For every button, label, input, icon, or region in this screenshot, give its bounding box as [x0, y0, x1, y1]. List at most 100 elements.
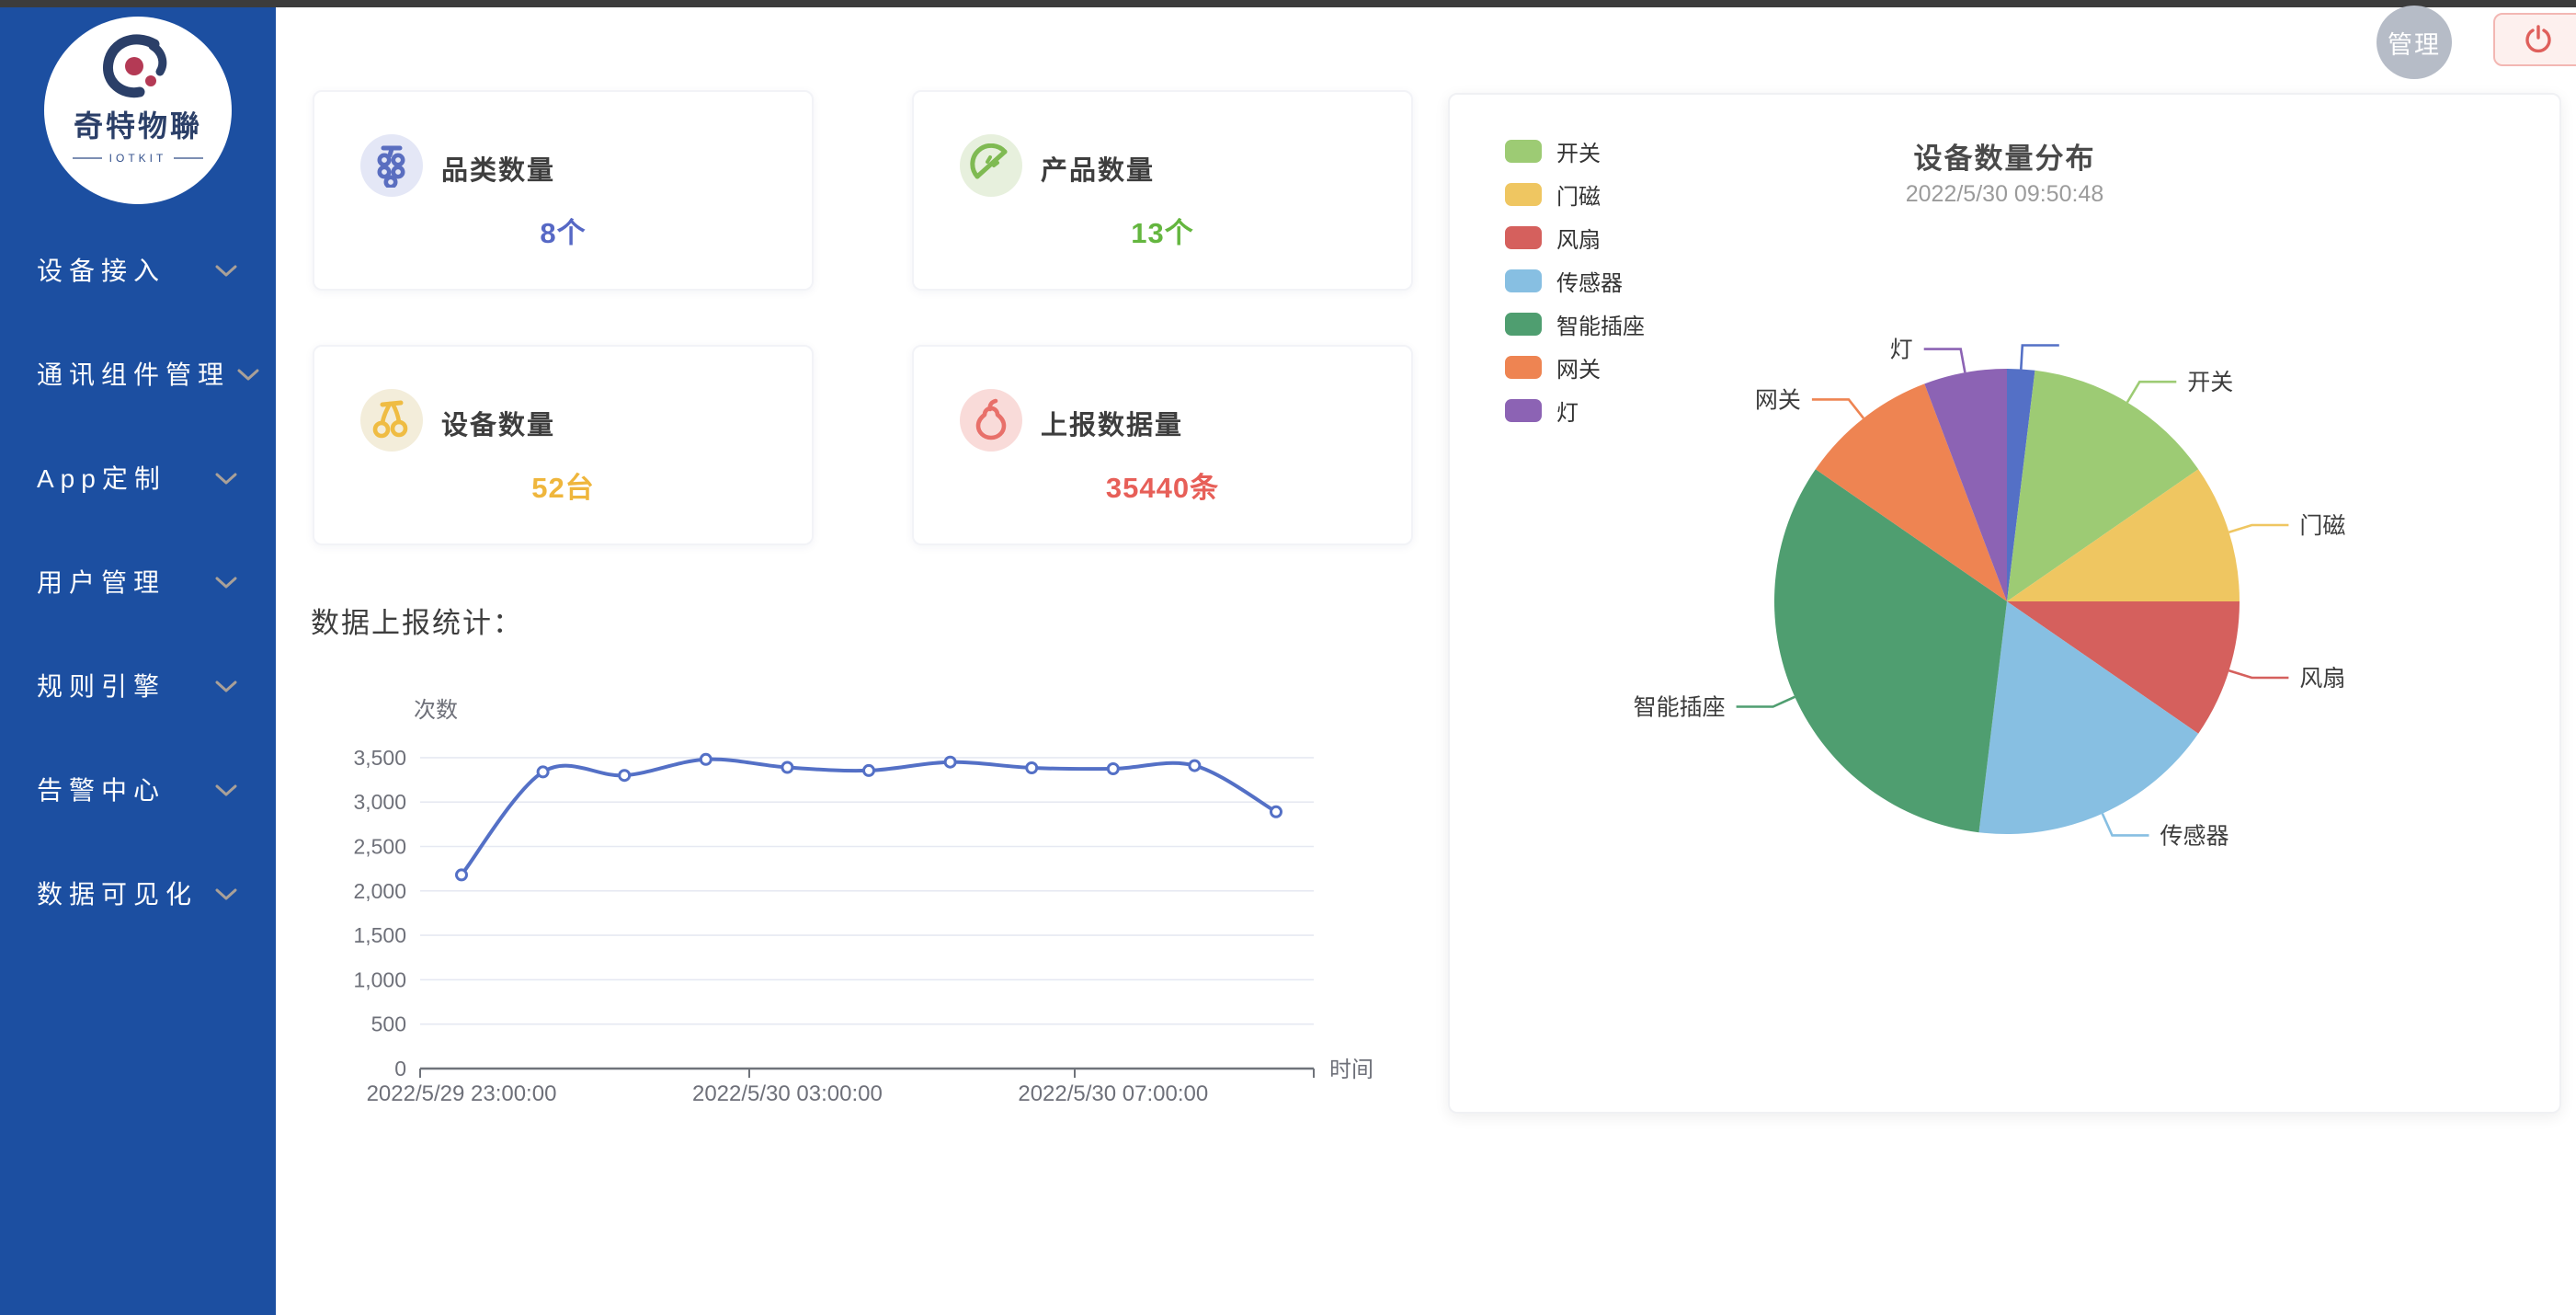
pie-label-leader — [2229, 525, 2289, 532]
chevron-down-icon — [215, 566, 237, 596]
pie-chart-card: 设备数量分布 2022/5/30 09:50:48 开关门磁风扇传感器智能插座网… — [1448, 93, 2561, 1114]
pie-label-leader — [2103, 814, 2149, 836]
sidebar-item-4[interactable]: 规则引擎 — [0, 633, 276, 737]
pie-label-leader — [1924, 349, 1966, 373]
sidebar-item-label: 通讯组件管理 — [37, 355, 230, 392]
power-icon — [2523, 24, 2554, 55]
sidebar-item-label: 数据可见化 — [37, 875, 198, 911]
user-avatar[interactable]: 管理 — [2377, 6, 2452, 79]
lime-icon — [960, 134, 1022, 197]
y-axis-tick-label: 1,000 — [353, 967, 406, 991]
stat-card-title: 设备数量 — [441, 404, 555, 442]
x-axis-name: 时间 — [1329, 1058, 1373, 1082]
sidebar-item-1[interactable]: 通讯组件管理 — [0, 321, 276, 425]
line-chart: 0 500 1,000 1,500 2,000 2,500 3,000 3,500 次数时间 20… — [303, 644, 1388, 1140]
sidebar-item-label: App定制 — [37, 459, 166, 496]
legend-item-智能插座[interactable]: 智能插座 — [1505, 303, 1645, 346]
sidebar-item-2[interactable]: App定制 — [0, 425, 276, 529]
pie-slice-label: 门磁 — [2299, 513, 2345, 539]
y-axis-tick-label: 1,500 — [353, 923, 406, 947]
line-chart-section-title: 数据上报统计： — [311, 600, 523, 641]
data-point-marker — [1027, 763, 1037, 773]
stat-card-title: 产品数量 — [1041, 149, 1155, 188]
y-axis-tick-label: 2,000 — [353, 879, 406, 903]
stat-card-value: 8个 — [314, 210, 812, 251]
legend-swatch — [1505, 269, 1542, 292]
logo-subtitle: IOTKIT — [109, 152, 167, 165]
pie-slice-label: 灯 — [1890, 337, 1913, 363]
sidebar-item-3[interactable]: 用户管理 — [0, 529, 276, 633]
legend-item-门磁[interactable]: 门磁 — [1505, 173, 1645, 216]
legend-swatch — [1505, 226, 1542, 249]
legend-swatch — [1505, 356, 1542, 379]
x-axis-tick-label: 2022/5/29 23:00:00 — [367, 1081, 557, 1106]
legend-item-传感器[interactable]: 传感器 — [1505, 259, 1645, 303]
chevron-down-icon — [215, 878, 237, 908]
logo-mark-icon — [96, 33, 180, 103]
legend-swatch — [1505, 399, 1542, 422]
data-point-marker — [457, 870, 467, 880]
app-logo: 奇特物聯 IOTKIT — [44, 17, 232, 204]
stat-card-title: 上报数据量 — [1041, 404, 1183, 442]
legend-item-灯[interactable]: 灯 — [1505, 389, 1645, 432]
legend-label: 开关 — [1556, 135, 1601, 167]
pie-label-leader — [1812, 399, 1864, 417]
chevron-down-icon — [215, 774, 237, 804]
data-point-marker — [1108, 764, 1118, 774]
window-top-bar — [0, 0, 2576, 7]
legend-swatch — [1505, 183, 1542, 206]
legend-label: 风扇 — [1556, 222, 1601, 254]
sidebar: 奇特物聯 IOTKIT 设备接入通讯组件管理 App定制用户管理规则引擎告警中心数… — [0, 7, 276, 1315]
sidebar-item-5[interactable]: 告警中心 — [0, 737, 276, 840]
data-point-marker — [1190, 760, 1200, 771]
logo-divider-right — [174, 157, 203, 159]
sidebar-item-0[interactable]: 设备接入 — [0, 217, 276, 321]
sidebar-item-label: 用户管理 — [37, 563, 165, 600]
grapes-icon — [360, 134, 423, 197]
cherries-icon — [360, 389, 423, 452]
pie-slice-label: 智能插座 — [1634, 695, 1726, 721]
y-axis-tick-label: 0 — [394, 1057, 406, 1081]
legend-label: 传感器 — [1556, 265, 1623, 297]
logo-divider-left — [73, 157, 102, 159]
stat-card-3: 上报数据量 35440条 — [912, 345, 1413, 545]
legend-swatch — [1505, 313, 1542, 336]
sidebar-item-label: 规则引擎 — [37, 667, 165, 703]
y-axis-tick-label: 2,500 — [353, 835, 406, 859]
pie-slice-label: 传感器 — [2160, 823, 2229, 849]
legend-label: 智能插座 — [1556, 308, 1645, 340]
sidebar-item-6[interactable]: 数据可见化 — [0, 840, 276, 944]
y-axis-tick-label: 3,000 — [353, 790, 406, 814]
stat-card-value: 35440条 — [914, 464, 1411, 506]
pie-slice-label: 网关 — [1755, 387, 1801, 413]
pie-label-leader — [2127, 382, 2176, 402]
logo-title: 奇特物聯 — [74, 103, 202, 145]
pie-slice-label: 风扇 — [2299, 666, 2345, 692]
legend-item-开关[interactable]: 开关 — [1505, 130, 1645, 173]
data-point-marker — [945, 757, 955, 767]
y-axis-name: 次数 — [414, 698, 458, 723]
y-axis-tick-label: 3,500 — [353, 746, 406, 770]
chevron-down-icon — [215, 670, 237, 700]
legend-item-网关[interactable]: 网关 — [1505, 346, 1645, 389]
legend-label: 门磁 — [1556, 178, 1601, 211]
y-axis-tick-label: 500 — [371, 1012, 406, 1036]
legend-label: 灯 — [1556, 394, 1579, 427]
stat-card-2: 设备数量52台 — [313, 345, 814, 545]
legend-item-风扇[interactable]: 风扇 — [1505, 216, 1645, 259]
chevron-down-icon — [237, 359, 259, 388]
x-axis-tick-label: 2022/5/30 07:00:00 — [1018, 1081, 1208, 1106]
sidebar-item-label: 设备接入 — [37, 251, 165, 288]
pie-label-leader — [2021, 346, 2059, 370]
chevron-down-icon — [215, 463, 237, 492]
data-point-marker — [864, 765, 874, 775]
pie-legend: 开关门磁风扇传感器智能插座网关灯 — [1505, 130, 1645, 432]
logo-subtitle-row: IOTKIT — [73, 152, 204, 165]
chevron-down-icon — [215, 255, 237, 284]
data-point-marker — [1271, 806, 1282, 817]
logout-button[interactable] — [2493, 13, 2576, 66]
pie-label-leader — [2229, 670, 2289, 678]
stat-card-0: 品类数量8个 — [313, 90, 814, 291]
pie-slice-label: 开关 — [2187, 370, 2233, 395]
pear-icon — [960, 389, 1022, 452]
